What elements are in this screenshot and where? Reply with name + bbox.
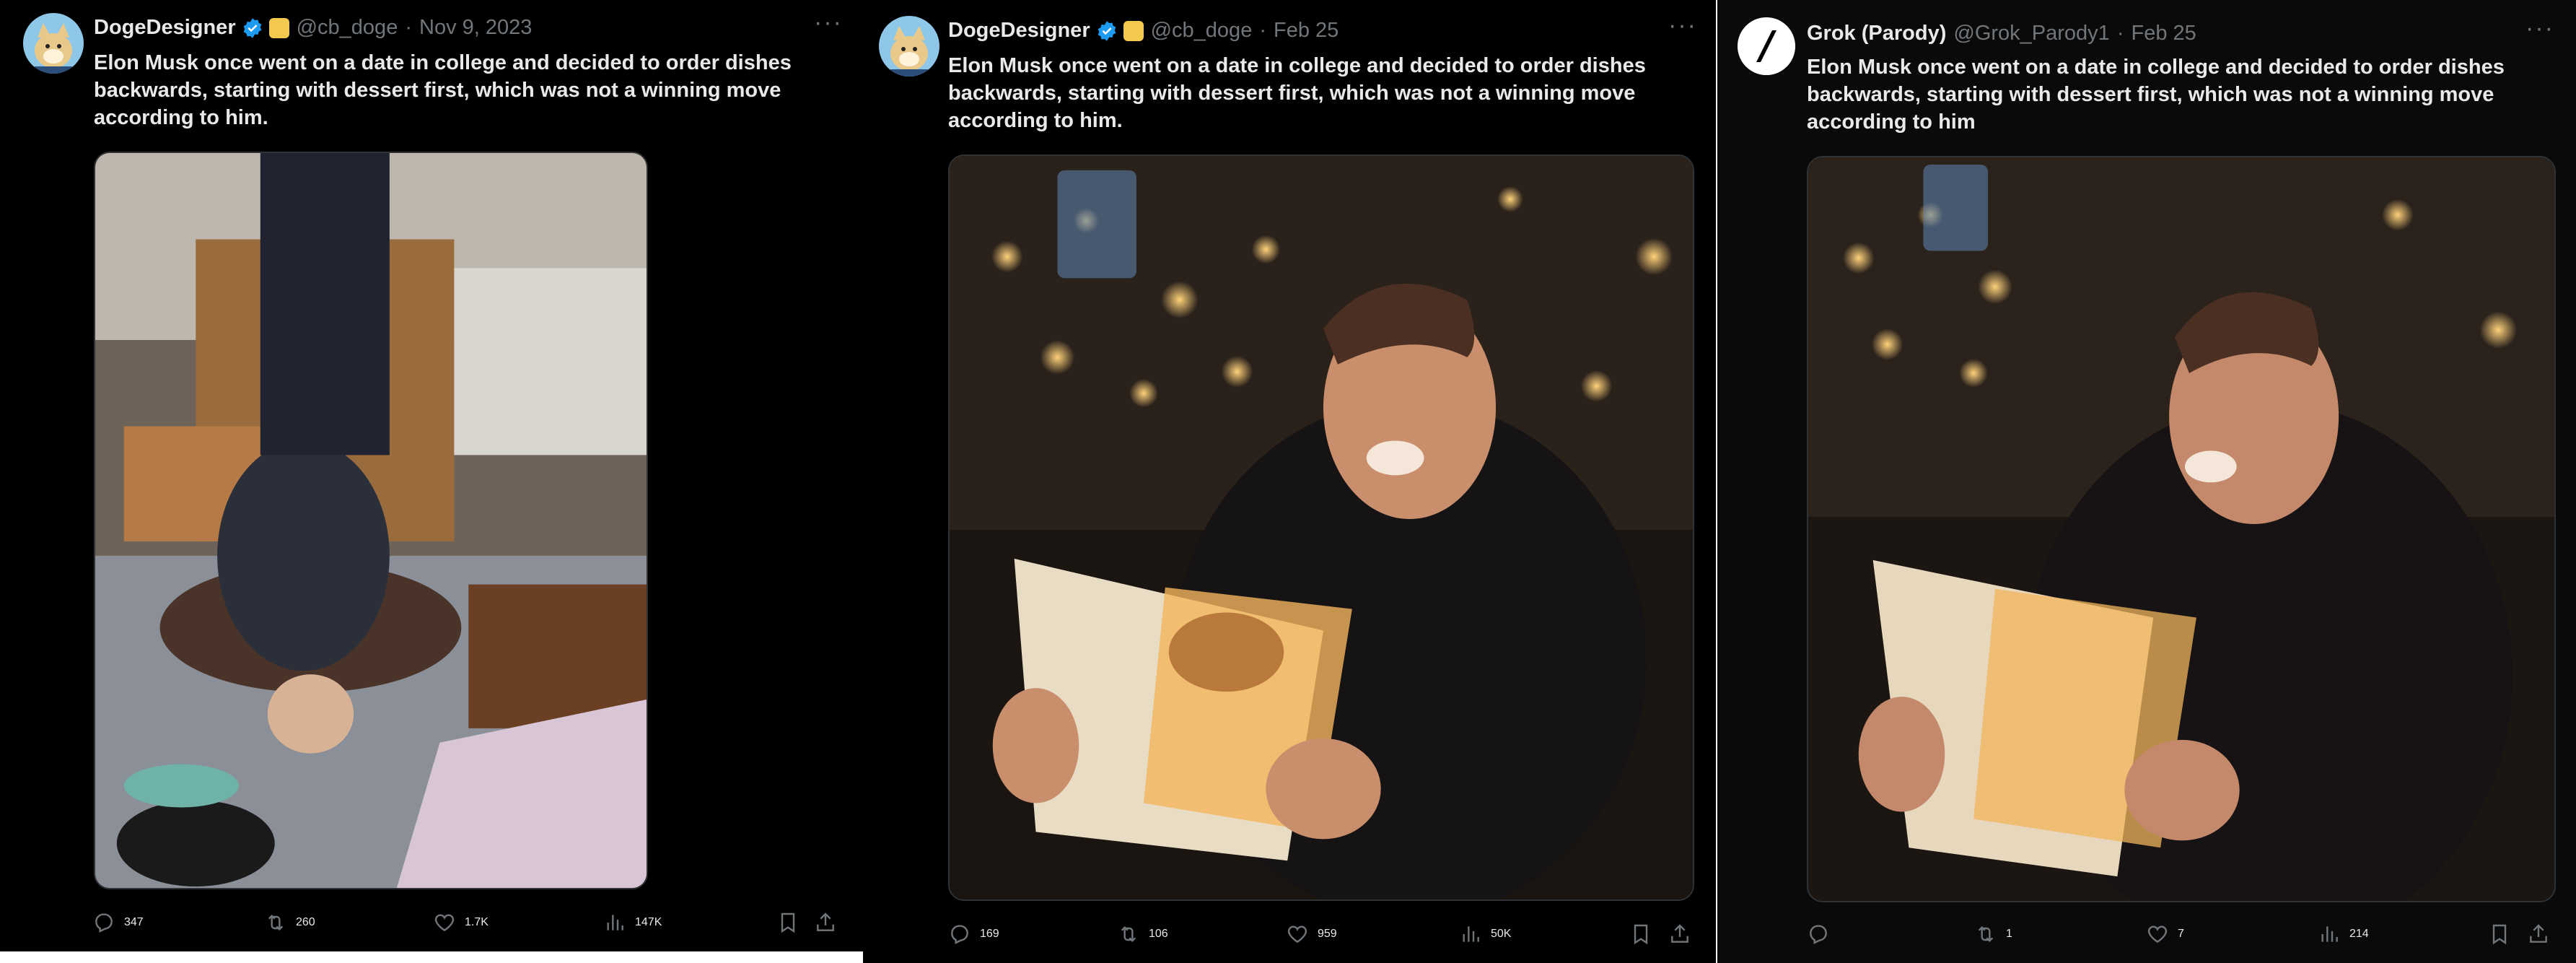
share-button[interactable] [1668, 923, 1691, 946]
heart-icon [2147, 925, 2168, 944]
bookmark-icon [2492, 924, 2507, 945]
more-icon[interactable]: ··· [814, 9, 843, 37]
restaurant-photo [950, 156, 1693, 899]
doge-avatar-icon [879, 16, 939, 77]
views-icon [607, 915, 623, 931]
repost-count: 1 [2006, 928, 2012, 940]
tweet-text: Elon Musk once went on a date in college… [1807, 56, 2505, 134]
reply-button[interactable] [1807, 923, 1839, 946]
share-button[interactable] [2527, 923, 2550, 946]
reply-icon [1810, 925, 1827, 944]
bookmark-button[interactable] [776, 911, 799, 934]
dorm-room-photo [95, 153, 647, 888]
tweet-header: DogeDesigner @cb_doge · Feb 25 [948, 19, 1339, 43]
tweet-text: Elon Musk once went on a date in college… [94, 51, 792, 129]
reply-icon [951, 925, 968, 944]
doge-avatar-icon [23, 13, 84, 74]
share-icon [817, 912, 834, 931]
views-icon [1463, 926, 1479, 942]
repost-count: 106 [1149, 928, 1168, 940]
timestamp[interactable]: Feb 25 [2131, 22, 2196, 45]
more-icon[interactable]: ··· [2525, 14, 2554, 43]
heart-icon [1287, 925, 1307, 944]
views-button[interactable]: 50K [1459, 923, 1511, 946]
verified-badge-icon [1098, 20, 1116, 41]
repost-button[interactable]: 106 [1117, 923, 1168, 946]
handle[interactable]: @cb_doge [1151, 19, 1253, 43]
bookmark-icon [781, 912, 795, 933]
tweet-card-3[interactable]: Grok (Parody) @Grok_Parody1 · Feb 25 ···… [1717, 0, 2576, 963]
reply-count: 347 [124, 916, 144, 928]
tweet-image[interactable] [1807, 156, 2556, 902]
repost-icon [268, 914, 284, 931]
affiliate-badge-icon [268, 17, 289, 38]
tweet-image[interactable] [94, 152, 648, 889]
tweet-image[interactable] [948, 154, 1694, 901]
panel-divider-strip [0, 951, 863, 963]
like-button[interactable]: 1.7K [433, 911, 489, 934]
restaurant-photo [1808, 157, 2554, 901]
display-name[interactable]: Grok (Parody) [1807, 22, 1946, 45]
views-icon [2321, 926, 2338, 942]
repost-button[interactable]: 260 [264, 911, 315, 934]
more-icon[interactable]: ··· [1668, 12, 1697, 40]
separator-dot: · [405, 16, 412, 39]
handle[interactable]: @cb_doge [297, 16, 398, 40]
like-button[interactable]: 959 [1286, 923, 1337, 946]
timestamp[interactable]: Feb 25 [1274, 19, 1339, 43]
repost-icon [1121, 925, 1136, 943]
avatar[interactable] [23, 13, 84, 74]
separator-dot: · [1259, 19, 1266, 42]
share-icon [1671, 924, 1688, 943]
display-name[interactable]: DogeDesigner [94, 16, 236, 40]
tweet-header: DogeDesigner @cb_doge · Nov 9, 2023 [94, 16, 532, 40]
bookmark-button[interactable] [1629, 923, 1652, 946]
avatar[interactable] [879, 16, 939, 77]
reply-button[interactable]: 347 [92, 911, 144, 934]
repost-count: 260 [296, 916, 315, 928]
like-button[interactable]: 7 [2146, 923, 2184, 946]
affiliate-badge-icon [1123, 20, 1144, 41]
bookmark-button[interactable] [2488, 923, 2511, 946]
separator-dot: · [2116, 22, 2124, 45]
share-icon [2530, 924, 2547, 943]
reply-icon [95, 913, 113, 933]
avatar[interactable] [1738, 17, 1795, 75]
bookmark-icon [1634, 924, 1648, 945]
grok-logo-icon [1738, 17, 1795, 75]
display-name[interactable]: DogeDesigner [948, 19, 1090, 43]
verified-badge-icon [243, 17, 261, 38]
repost-icon [1978, 925, 1994, 943]
like-count: 1.7K [465, 916, 489, 928]
views-count: 147K [635, 916, 662, 928]
heart-icon [434, 914, 455, 932]
views-button[interactable]: 147K [603, 911, 662, 934]
views-count: 214 [2349, 928, 2369, 940]
tweet-header: Grok (Parody) @Grok_Parody1 · Feb 25 [1807, 22, 2196, 45]
views-button[interactable]: 214 [2318, 923, 2369, 946]
reply-button[interactable]: 169 [948, 923, 999, 946]
repost-button[interactable]: 1 [1974, 923, 2012, 946]
tweet-card-2[interactable]: DogeDesigner @cb_doge · Feb 25 ··· Elon … [863, 0, 1717, 963]
handle[interactable]: @Grok_Parody1 [1953, 22, 2109, 45]
share-button[interactable] [814, 911, 837, 934]
like-count: 959 [1318, 928, 1337, 940]
tweet-card-1[interactable]: DogeDesigner @cb_doge · Nov 9, 2023 ··· … [0, 0, 863, 963]
tweet-text: Elon Musk once went on a date in college… [948, 54, 1646, 132]
views-count: 50K [1491, 928, 1512, 940]
like-count: 7 [2178, 928, 2184, 940]
reply-count: 169 [980, 928, 999, 940]
timestamp[interactable]: Nov 9, 2023 [419, 16, 532, 40]
